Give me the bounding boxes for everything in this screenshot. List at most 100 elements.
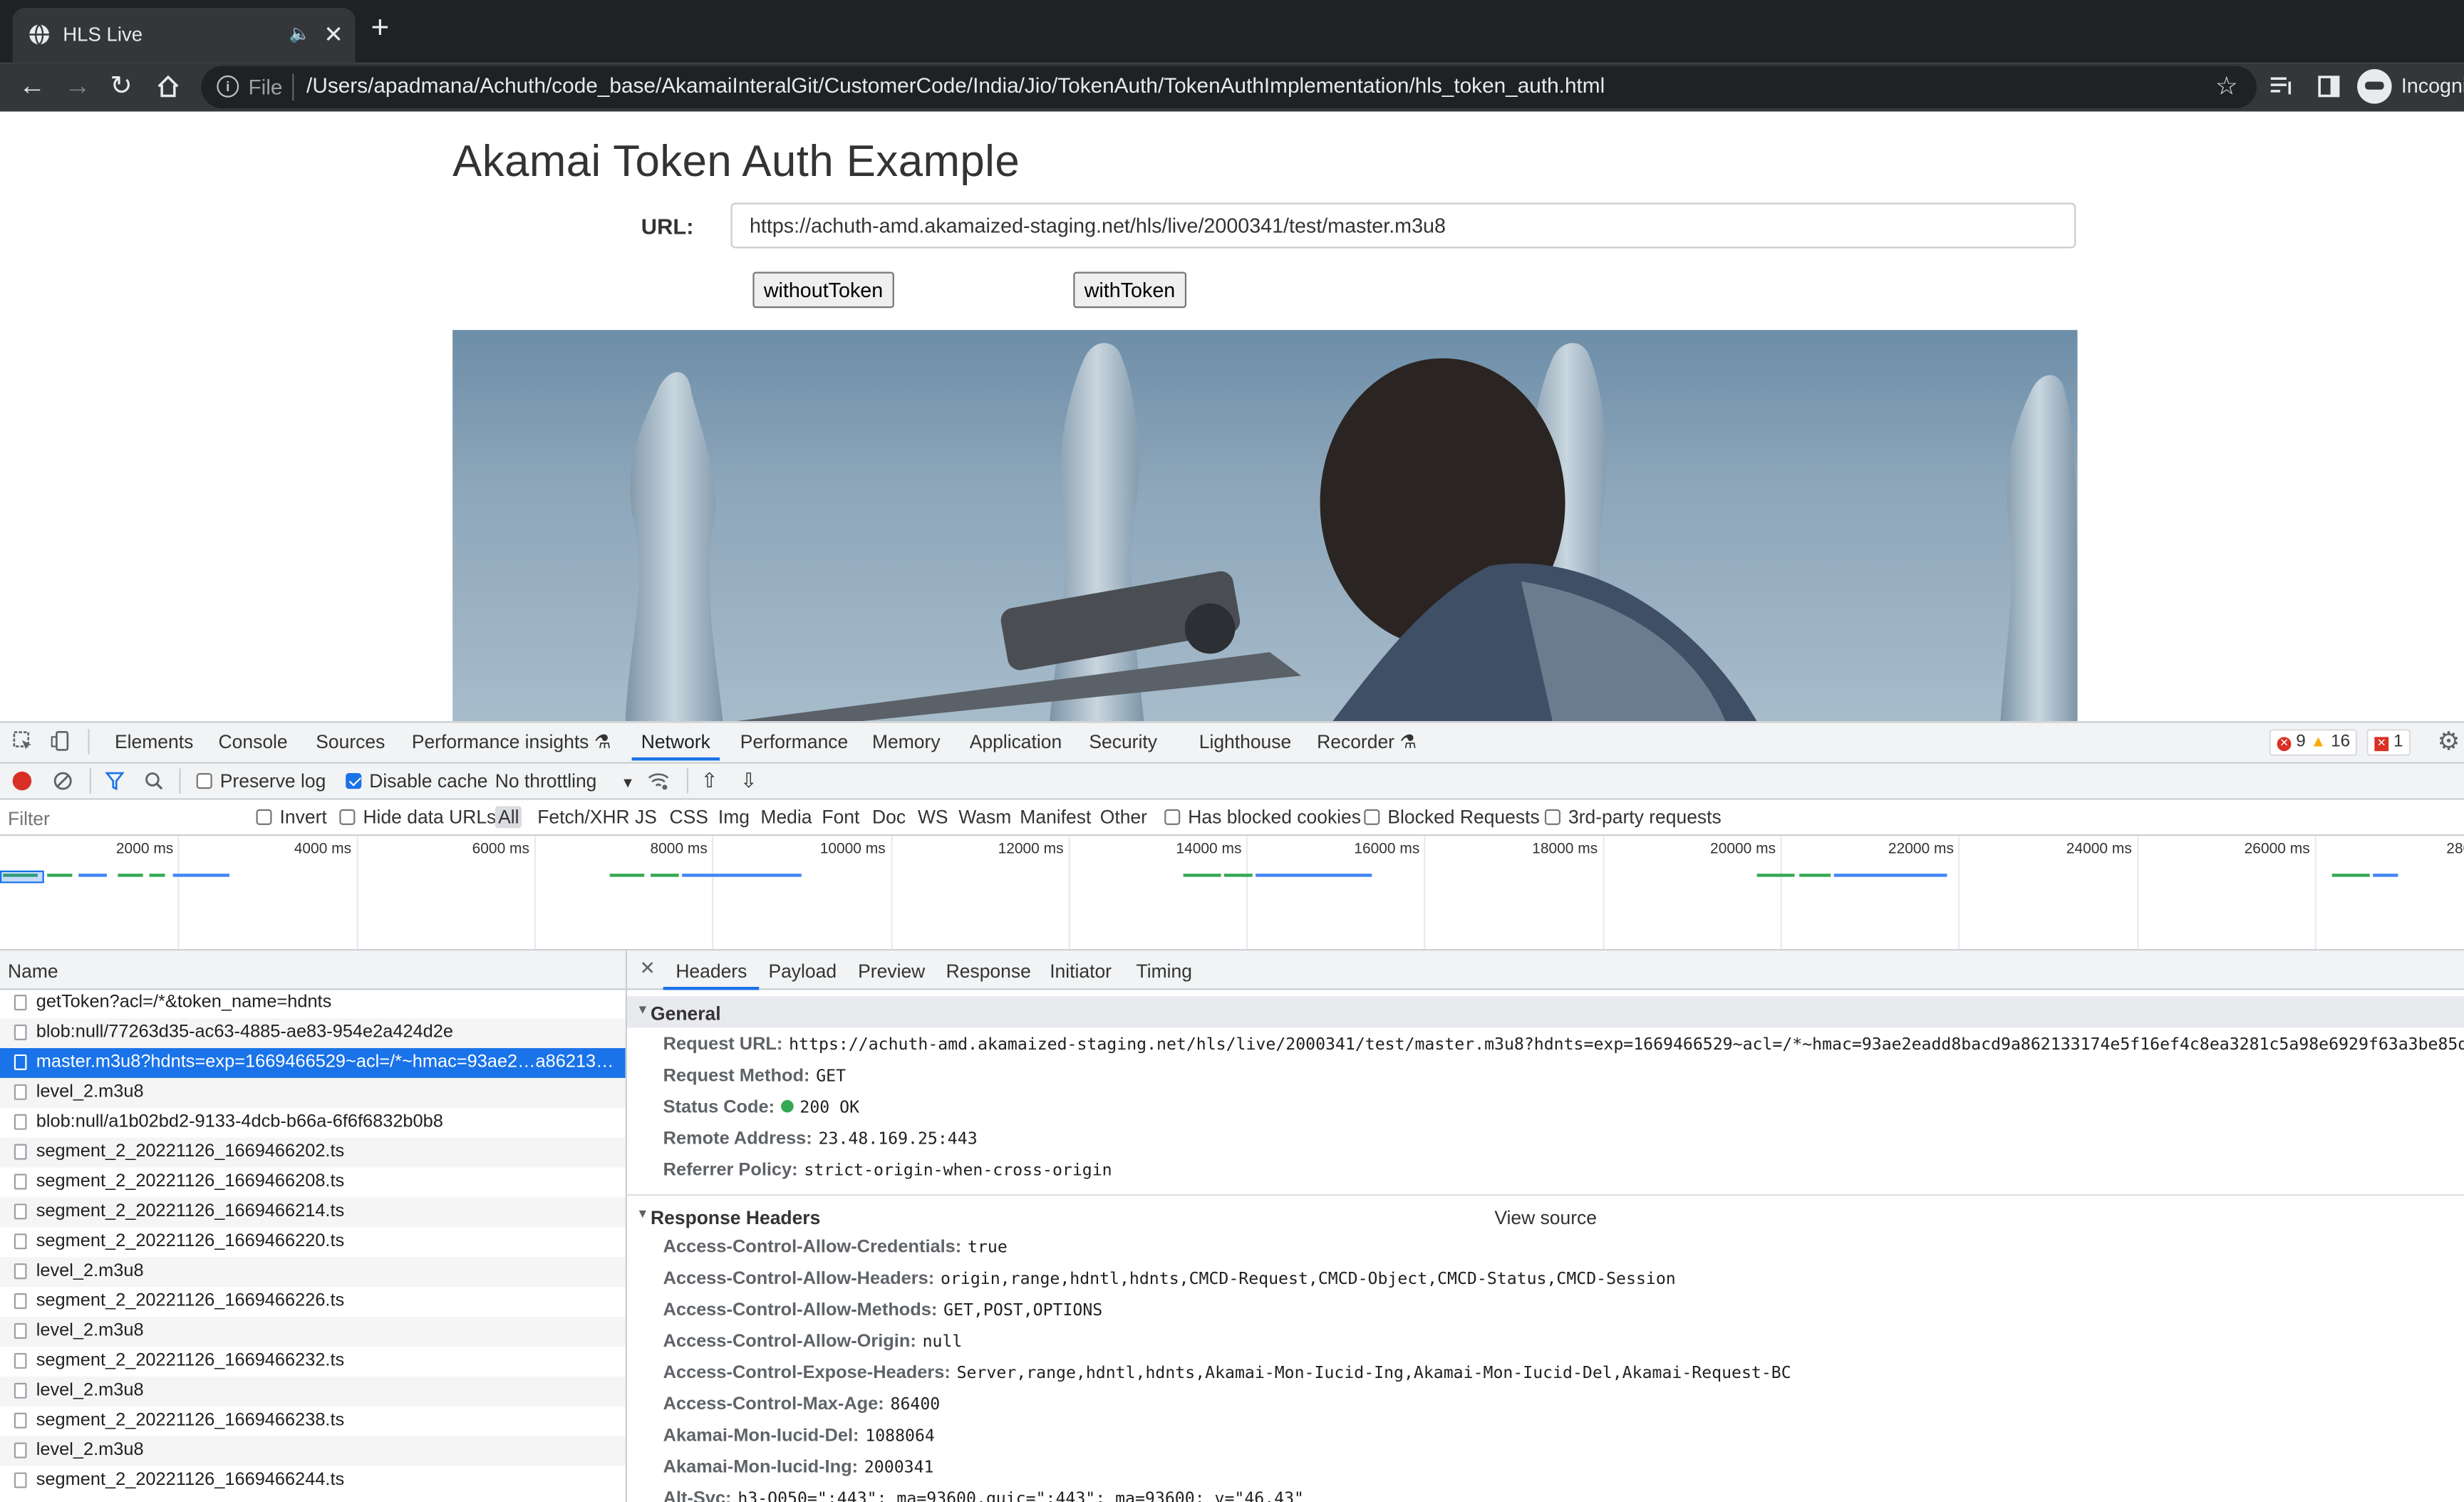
request-row[interactable]: level_2.m3u8: [0, 1436, 626, 1466]
filter-type-wasm[interactable]: Wasm: [958, 806, 1011, 828]
incognito-label[interactable]: Incognito: [2401, 74, 2464, 98]
response-header-value[interactable]: 2000341: [864, 1459, 934, 1477]
issues-counter[interactable]: ✕ 1: [2366, 729, 2411, 756]
close-tab-icon[interactable]: ✕: [323, 21, 343, 48]
request-row[interactable]: blob:null/77263d35-ac63-4885-ae83-954e2a…: [0, 1018, 626, 1049]
detail-tab-payload[interactable]: Payload: [768, 960, 837, 982]
request-row[interactable]: master.m3u8?hdnts=exp=1669466529~acl=/*~…: [0, 1048, 626, 1078]
request-row[interactable]: level_2.m3u8: [0, 1376, 626, 1407]
video-player[interactable]: [452, 330, 2078, 722]
response-header-value[interactable]: 86400: [891, 1395, 941, 1414]
request-row[interactable]: level_2.m3u8: [0, 1257, 626, 1288]
search-icon[interactable]: [145, 772, 163, 790]
response-header-value[interactable]: 1088064: [865, 1427, 935, 1446]
blocked-requests-checkbox[interactable]: Blocked Requests: [1364, 806, 1540, 828]
request-row[interactable]: segment_2_20221126_1669466238.ts: [0, 1407, 626, 1436]
without-token-button[interactable]: withoutToken: [752, 271, 894, 309]
filter-type-fetch-xhr[interactable]: Fetch/XHR: [537, 806, 629, 828]
reading-list-icon[interactable]: [2269, 76, 2294, 98]
disable-cache-checkbox[interactable]: Disable cache: [346, 770, 488, 792]
request-row[interactable]: level_2.m3u8: [0, 1317, 626, 1347]
speaker-icon[interactable]: 🔈: [289, 24, 311, 43]
new-tab-button[interactable]: +: [371, 13, 389, 44]
network-conditions-icon[interactable]: [648, 772, 670, 790]
tab-memory[interactable]: Memory: [872, 731, 941, 753]
request-row[interactable]: segment_2_20221126_1669466232.ts: [0, 1347, 626, 1377]
settings-gear-icon[interactable]: ⚙: [2438, 726, 2460, 757]
response-header-value[interactable]: true: [968, 1238, 1008, 1257]
tab-sources[interactable]: Sources: [316, 731, 385, 753]
tab-lighthouse[interactable]: Lighthouse: [1199, 731, 1291, 753]
error-warning-counter[interactable]: ✕ 9 ▲ 16: [2269, 729, 2359, 756]
hide-data-urls-box[interactable]: [339, 809, 356, 825]
filter-type-font[interactable]: Font: [822, 806, 859, 828]
general-header-value[interactable]: https://achuth-amd.akamaized-staging.net…: [789, 1035, 2464, 1054]
info-icon[interactable]: i: [217, 75, 239, 98]
response-header-value[interactable]: h3-Q050=":443"; ma=93600,quic=":443"; ma…: [737, 1490, 1304, 1502]
tab-application[interactable]: Application: [970, 731, 1062, 753]
detail-tab-response[interactable]: Response: [946, 960, 1031, 982]
address-bar[interactable]: i File /Users/apadmana/Achuth/code_base/…: [201, 66, 2257, 109]
response-header-value[interactable]: Server,range,hdntl,hdnts,Akamai-Mon-Iuci…: [957, 1364, 1791, 1382]
network-overview-timeline[interactable]: 2000 ms 4000 ms 6000 ms 8000 ms 10000 ms 1200…: [0, 836, 2464, 951]
throttling-select[interactable]: No throttling ▼: [495, 770, 635, 792]
has-blocked-cookies-checkbox[interactable]: Has blocked cookies: [1164, 806, 1361, 828]
preserve-log-checkbox[interactable]: Preserve log: [196, 770, 326, 792]
close-detail-icon[interactable]: ✕: [640, 957, 656, 979]
request-row[interactable]: getToken?acl=/*&token_name=hdnts: [0, 988, 626, 1018]
detail-tab-preview[interactable]: Preview: [858, 960, 925, 982]
tab-console[interactable]: Console: [219, 731, 288, 753]
filter-type-img[interactable]: Img: [718, 806, 750, 828]
general-section-header[interactable]: ▼ General: [626, 996, 2464, 1028]
filter-type-doc[interactable]: Doc: [872, 806, 906, 828]
tab-performance-insights[interactable]: Performance insights ⚗: [412, 731, 611, 753]
third-party-box[interactable]: [1544, 809, 1560, 825]
request-row[interactable]: segment_2_20221126_1669466214.ts: [0, 1197, 626, 1228]
detail-tab-timing[interactable]: Timing: [1137, 960, 1192, 982]
general-header-value[interactable]: GET: [816, 1067, 846, 1085]
import-har-icon[interactable]: ⇧: [701, 768, 718, 793]
filter-type-other[interactable]: Other: [1100, 806, 1147, 828]
device-toolbar-icon[interactable]: [51, 730, 71, 752]
tab-elements[interactable]: Elements: [115, 731, 193, 753]
filter-type-css[interactable]: CSS: [670, 806, 708, 828]
response-headers-section-header[interactable]: ▼ Response Headers View source: [627, 1201, 2464, 1232]
filter-type-js[interactable]: JS: [635, 806, 657, 828]
request-row[interactable]: segment_2_20221126_1669466208.ts: [0, 1168, 626, 1198]
tab-security[interactable]: Security: [1089, 731, 1157, 753]
tab-performance[interactable]: Performance: [740, 731, 849, 753]
has-blocked-cookies-box[interactable]: [1164, 809, 1181, 825]
request-row[interactable]: segment_2_20221126_1669466220.ts: [0, 1227, 626, 1257]
with-token-button[interactable]: withToken: [1073, 271, 1186, 309]
hide-data-urls-checkbox[interactable]: Hide data URLs: [339, 806, 496, 828]
forward-icon[interactable]: →: [64, 69, 90, 104]
browser-tab[interactable]: HLS Live 🔈 ✕: [12, 8, 356, 63]
detail-tab-initiator[interactable]: Initiator: [1050, 960, 1112, 982]
request-row[interactable]: level_2.m3u8: [0, 1077, 626, 1108]
export-har-icon[interactable]: ⇩: [740, 768, 757, 793]
name-column-header[interactable]: Name: [0, 951, 626, 990]
view-source-link[interactable]: View source: [1494, 1207, 1597, 1229]
back-icon[interactable]: ←: [19, 69, 45, 104]
third-party-checkbox[interactable]: 3rd-party requests: [1544, 806, 1722, 828]
url-input[interactable]: [730, 202, 2076, 249]
disable-cache-box[interactable]: [346, 773, 362, 789]
preserve-log-box[interactable]: [196, 773, 212, 789]
request-row[interactable]: segment_2_20221126_1669466244.ts: [0, 1466, 626, 1496]
tab-recorder[interactable]: Recorder ⚗: [1317, 731, 1417, 753]
filter-type-ws[interactable]: WS: [918, 806, 948, 828]
reload-icon[interactable]: ↻: [110, 69, 132, 104]
inspect-element-icon[interactable]: [13, 731, 33, 752]
response-header-value[interactable]: null: [923, 1332, 963, 1351]
general-header-value[interactable]: 23.48.169.25:443: [819, 1130, 978, 1149]
response-header-value[interactable]: origin,range,hdntl,hdnts,CMCD-Request,CM…: [941, 1270, 1676, 1288]
request-row[interactable]: blob:null/a1b02bd2-9133-4dcb-b66a-6f6f68…: [0, 1108, 626, 1138]
filter-funnel-icon[interactable]: [105, 772, 125, 791]
filter-type-media[interactable]: Media: [760, 806, 812, 828]
record-icon[interactable]: [12, 771, 32, 791]
blocked-requests-box[interactable]: [1364, 809, 1380, 825]
clear-icon[interactable]: [53, 772, 72, 790]
home-icon[interactable]: [155, 74, 180, 99]
invert-checkbox[interactable]: Invert: [256, 806, 327, 828]
detail-tab-headers[interactable]: Headers: [663, 960, 760, 990]
